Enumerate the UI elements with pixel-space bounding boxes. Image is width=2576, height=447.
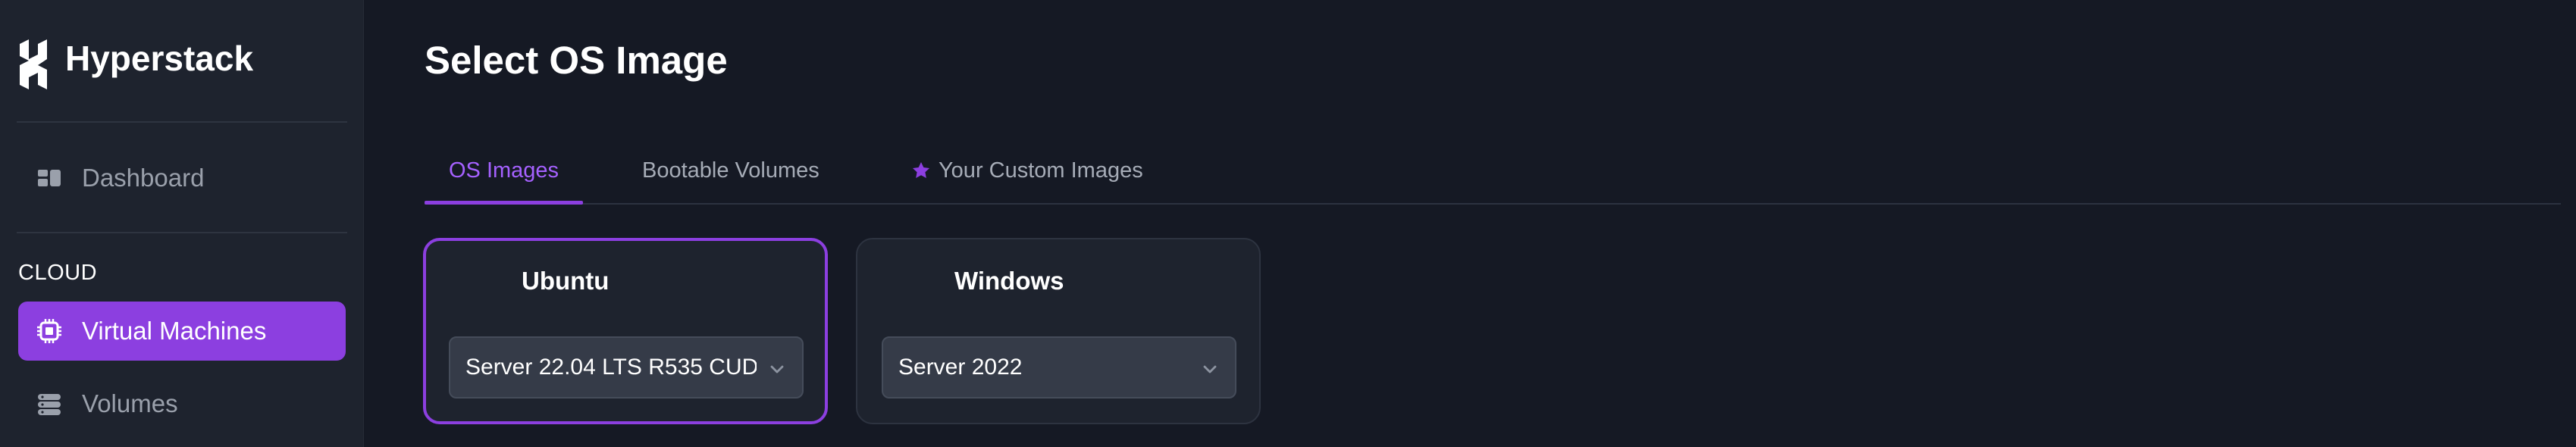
image-source-tabs: OS Images Bootable Volumes Your Custom I… bbox=[425, 136, 2561, 205]
page-title: Select OS Image bbox=[425, 39, 728, 82]
sidebar-divider bbox=[17, 121, 347, 123]
star-icon bbox=[912, 161, 930, 178]
sidebar-item-label: Dashboard bbox=[82, 164, 205, 192]
sidebar-item-virtual-machines[interactable]: Virtual Machines bbox=[18, 302, 346, 361]
sidebar-item-label: Virtual Machines bbox=[82, 317, 267, 345]
tab-bootable-volumes[interactable]: Bootable Volumes bbox=[642, 136, 819, 205]
sidebar: Hyperstack Dashboard CLOUD Virtual Machi… bbox=[0, 0, 364, 447]
sidebar-item-label: Volumes bbox=[82, 389, 178, 417]
database-icon bbox=[38, 394, 61, 415]
chip-icon bbox=[37, 319, 61, 343]
tab-label: Bootable Volumes bbox=[642, 158, 819, 183]
windows-version-select[interactable]: Server 2022 bbox=[882, 336, 1236, 399]
sidebar-section-label: CLOUD bbox=[18, 261, 98, 285]
chevron-down-icon bbox=[1203, 365, 1217, 374]
tab-os-images[interactable]: OS Images bbox=[425, 136, 584, 205]
hyperstack-logo-icon bbox=[20, 39, 47, 89]
sidebar-divider bbox=[17, 232, 347, 233]
os-card-title: Windows bbox=[954, 267, 1064, 295]
selected-version: Server 22.04 LTS R535 CUDA 12.2 bbox=[465, 355, 757, 380]
chevron-down-icon bbox=[770, 365, 784, 374]
tab-your-custom-images[interactable]: Your Custom Images bbox=[911, 136, 1143, 205]
brand-logo[interactable]: Hyperstack bbox=[17, 36, 253, 91]
sidebar-item-dashboard[interactable]: Dashboard bbox=[18, 148, 346, 208]
dashboard-icon bbox=[38, 170, 61, 186]
brand-name: Hyperstack bbox=[65, 39, 254, 78]
os-card-ubuntu[interactable]: Ubuntu Server 22.04 LTS R535 CUDA 12.2 bbox=[423, 238, 828, 424]
ubuntu-version-select[interactable]: Server 22.04 LTS R535 CUDA 12.2 bbox=[449, 336, 804, 399]
app-window: Hyperstack Dashboard CLOUD Virtual Machi… bbox=[0, 0, 2576, 447]
tab-label: Your Custom Images bbox=[939, 158, 1143, 183]
os-card-title: Ubuntu bbox=[522, 267, 610, 295]
os-card-windows[interactable]: Windows Server 2022 bbox=[856, 238, 1261, 424]
tab-label: OS Images bbox=[449, 158, 559, 183]
selected-version: Server 2022 bbox=[898, 355, 1023, 380]
sidebar-item-volumes[interactable]: Volumes bbox=[18, 374, 346, 433]
